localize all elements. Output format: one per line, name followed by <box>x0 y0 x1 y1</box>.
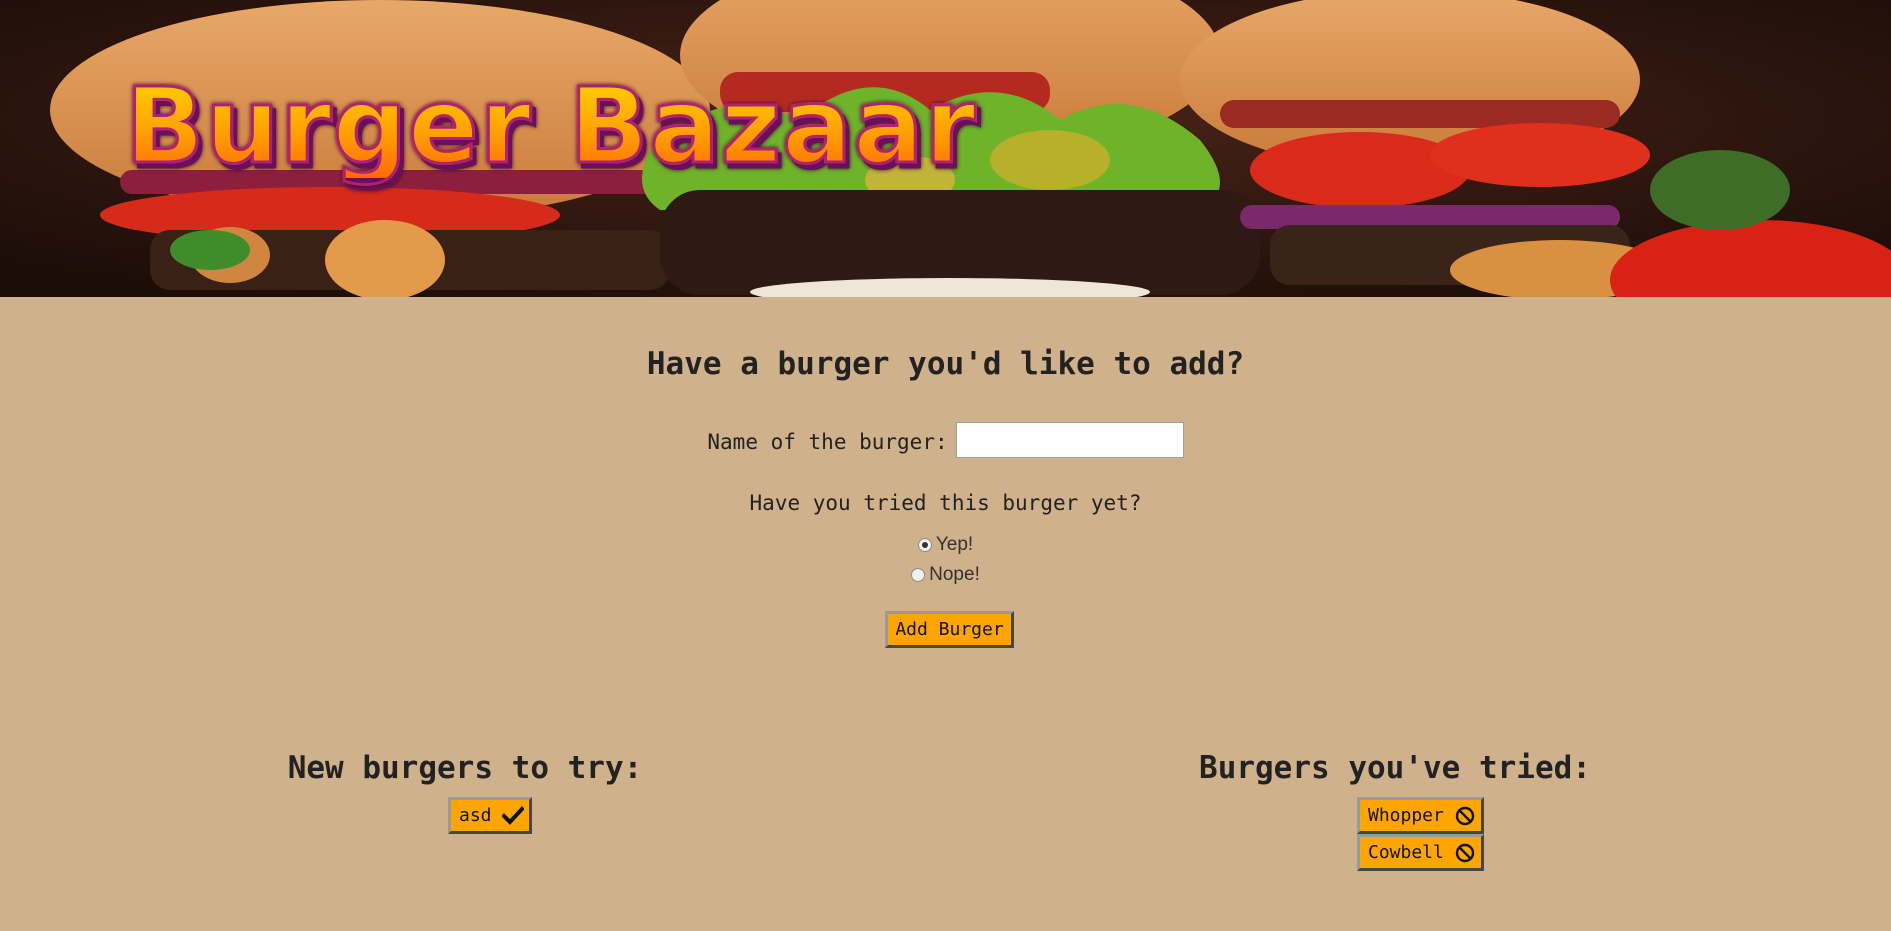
radio-option-yep[interactable]: Yep! <box>0 534 1891 556</box>
burger-name: Whopper <box>1368 805 1444 826</box>
add-burger-button[interactable]: Add Burger <box>885 611 1014 648</box>
ban-icon <box>1454 805 1476 827</box>
radio-label-nope: Nope! <box>929 564 980 585</box>
tried-question: Have you tried this burger yet? <box>749 491 1142 515</box>
new-burgers-heading: New burgers to try: <box>287 750 643 786</box>
ban-icon <box>1454 842 1476 864</box>
radio-button-yep[interactable] <box>917 538 932 552</box>
burger-name-label: Name of the burger: <box>707 430 948 454</box>
form-heading: Have a burger you'd like to add? <box>646 346 1245 382</box>
tried-burger-item[interactable]: Whopper <box>1357 797 1484 834</box>
burger-name-input[interactable] <box>955 422 1184 458</box>
new-burger-item[interactable]: asd <box>448 797 532 834</box>
hero-banner: Burger Bazaar <box>0 0 1891 297</box>
tried-burger-item[interactable]: Cowbell <box>1357 834 1484 871</box>
radio-option-nope[interactable]: Nope! <box>0 564 1891 586</box>
tried-burgers-heading: Burgers you've tried: <box>1199 750 1591 786</box>
brand-logo-title: Burger Bazaar <box>124 65 978 187</box>
radio-button-nope[interactable] <box>911 568 926 582</box>
checkmark-icon <box>501 805 524 827</box>
radio-label-yep: Yep! <box>935 534 974 555</box>
burger-name: asd <box>459 805 492 826</box>
burger-name: Cowbell <box>1368 842 1444 863</box>
burger-name-row: Name of the burger: <box>0 422 1891 458</box>
